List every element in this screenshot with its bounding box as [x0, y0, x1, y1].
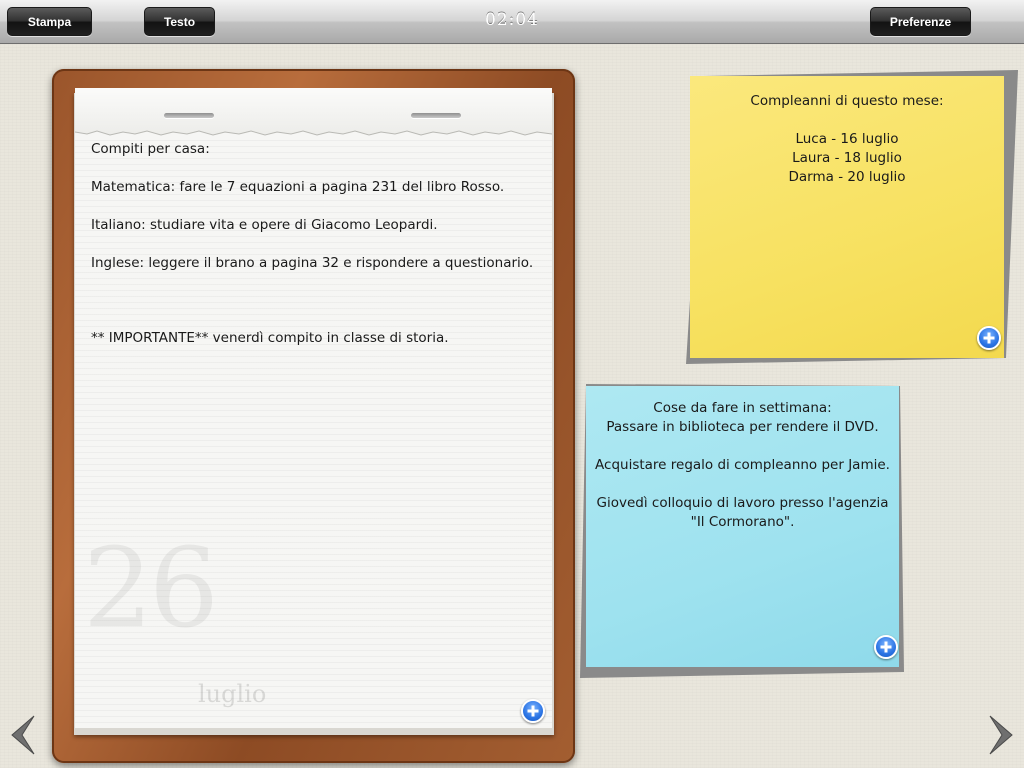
yellow-note-line: Luca - 16 luglio: [795, 131, 899, 147]
yellow-note-line: Darma - 20 luglio: [788, 169, 906, 185]
plus-icon: [880, 641, 892, 653]
torn-paper-edge: [75, 130, 552, 140]
blue-sticky-note[interactable]: Cose da fare in settimana: Passare in bi…: [586, 386, 899, 667]
blue-note-line: Giovedì colloquio di lavoro presso l'age…: [596, 495, 889, 511]
notepad-line: Inglese: leggere il brano a pagina 32 e …: [91, 255, 534, 271]
clock: 02:04: [485, 10, 539, 30]
date-month-watermark: luglio: [198, 680, 267, 708]
text-button[interactable]: Testo: [144, 7, 215, 36]
preferences-button[interactable]: Preferenze: [870, 7, 971, 36]
yellow-note-add-button[interactable]: [977, 326, 1001, 350]
top-toolbar: Stampa Testo 02:04 Preferenze: [0, 0, 1024, 44]
blue-note-line: Acquistare regalo di compleanno per Jami…: [595, 457, 890, 473]
blue-note-add-button[interactable]: [874, 635, 898, 659]
blue-note-line: [586, 475, 899, 494]
binder-slot: [164, 113, 214, 118]
chevron-left-icon[interactable]: [8, 714, 36, 756]
notepad-line: ** IMPORTANTE** venerdì compito in class…: [91, 330, 449, 346]
notepad-page[interactable]: Compiti per casa: Matematica: fare le 7 …: [75, 88, 552, 728]
plus-icon: [527, 705, 539, 717]
yellow-note-line: Laura - 18 luglio: [792, 150, 902, 166]
blue-note-line: Cose da fare in settimana:: [653, 400, 832, 416]
blue-note-line: [586, 437, 899, 456]
plus-icon: [983, 332, 995, 344]
yellow-sticky-note[interactable]: Compleanni di questo mese: Luca - 16 lug…: [690, 76, 1004, 358]
binder-slot: [411, 113, 461, 118]
date-day-watermark: 26: [83, 524, 219, 652]
blue-note-line: Passare in biblioteca per rendere il DVD…: [606, 419, 879, 435]
notepad-line: Compiti per casa:: [91, 141, 210, 157]
chevron-right-icon[interactable]: [988, 714, 1016, 756]
print-button[interactable]: Stampa: [7, 7, 92, 36]
blue-note-line: "Il Cormorano".: [690, 514, 795, 530]
yellow-note-line: [690, 111, 1004, 130]
yellow-note-line: Compleanni di questo mese:: [750, 93, 944, 109]
notepad-line: Italiano: studiare vita e opere di Giaco…: [91, 217, 438, 233]
notepad-add-button[interactable]: [521, 699, 545, 723]
notepad-line: Matematica: fare le 7 equazioni a pagina…: [91, 179, 505, 195]
